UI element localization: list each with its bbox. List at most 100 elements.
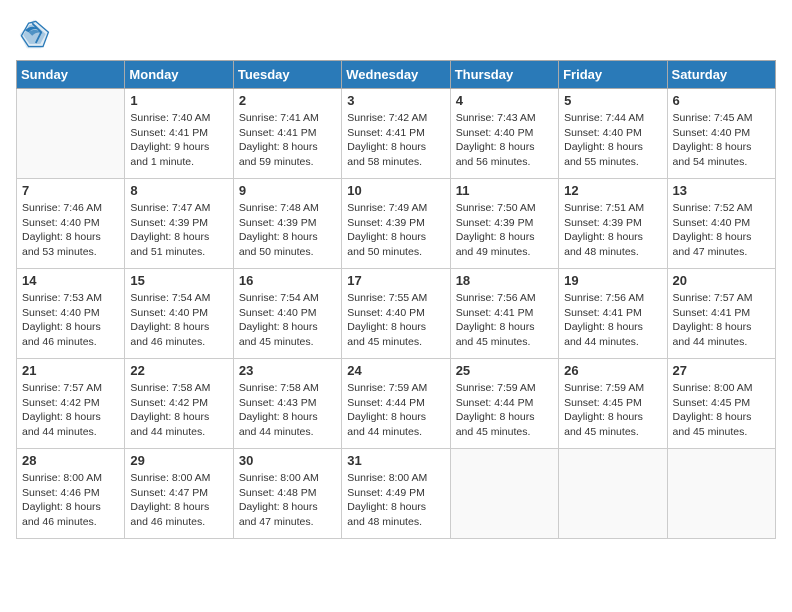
calendar-cell: 13 Sunrise: 7:52 AMSunset: 4:40 PMDayligh… bbox=[667, 179, 775, 269]
cell-info: Sunrise: 7:45 AMSunset: 4:40 PMDaylight:… bbox=[673, 111, 770, 170]
calendar-cell: 18Sunrise: 7:56 AMSunset: 4:41 PMDayligh… bbox=[450, 269, 558, 359]
cell-info: Sunrise: 7:58 AMSunset: 4:42 PMDaylight:… bbox=[130, 381, 227, 440]
calendar-cell bbox=[450, 449, 558, 539]
cell-info: Sunrise: 7:43 AMSunset: 4:40 PMDaylight:… bbox=[456, 111, 553, 170]
cell-info: Sunrise: 7:53 AMSunset: 4:40 PMDaylight:… bbox=[22, 291, 119, 350]
cell-info: Sunrise: 7:59 AMSunset: 4:45 PMDaylight:… bbox=[564, 381, 661, 440]
calendar-cell: 26 Sunrise: 7:59 AMSunset: 4:45 PMDayligh… bbox=[559, 359, 667, 449]
day-number: 25 bbox=[456, 363, 553, 378]
cell-info: Sunrise: 7:54 AMSunset: 4:40 PMDaylight:… bbox=[239, 291, 336, 350]
weekday-header-sunday: Sunday bbox=[17, 61, 125, 89]
cell-info: Sunrise: 7:57 AMSunset: 4:41 PMDaylight:… bbox=[673, 291, 770, 350]
day-number: 22 bbox=[130, 363, 227, 378]
day-number: 17 bbox=[347, 273, 444, 288]
logo-icon bbox=[16, 16, 52, 52]
calendar-cell: 6Sunrise: 7:45 AMSunset: 4:40 PMDaylight… bbox=[667, 89, 775, 179]
day-number: 15 bbox=[130, 273, 227, 288]
cell-info: Sunrise: 7:59 AMSunset: 4:44 PMDaylight:… bbox=[347, 381, 444, 440]
cell-info: Sunrise: 7:55 AMSunset: 4:40 PMDaylight:… bbox=[347, 291, 444, 350]
cell-info: Sunrise: 7:42 AMSunset: 4:41 PMDaylight:… bbox=[347, 111, 444, 170]
cell-info: Sunrise: 7:52 AMSunset: 4:40 PMDaylight:… bbox=[673, 201, 770, 260]
calendar-cell bbox=[667, 449, 775, 539]
cell-info: Sunrise: 7:57 AMSunset: 4:42 PMDaylight:… bbox=[22, 381, 119, 440]
calendar-cell: 25 Sunrise: 7:59 AMSunset: 4:44 PMDayligh… bbox=[450, 359, 558, 449]
week-row-4: 21Sunrise: 7:57 AMSunset: 4:42 PMDayligh… bbox=[17, 359, 776, 449]
calendar-cell: 12 Sunrise: 7:51 AMSunset: 4:39 PMDayligh… bbox=[559, 179, 667, 269]
day-number: 19 bbox=[564, 273, 661, 288]
calendar-cell bbox=[559, 449, 667, 539]
calendar-cell: 7 Sunrise: 7:46 AMSunset: 4:40 PMDaylight… bbox=[17, 179, 125, 269]
weekday-header-monday: Monday bbox=[125, 61, 233, 89]
calendar-cell: 8 Sunrise: 7:47 AMSunset: 4:39 PMDaylight… bbox=[125, 179, 233, 269]
calendar-cell: 14 Sunrise: 7:53 AMSunset: 4:40 PMDayligh… bbox=[17, 269, 125, 359]
week-row-5: 28 Sunrise: 8:00 AMSunset: 4:46 PMDayligh… bbox=[17, 449, 776, 539]
day-number: 8 bbox=[130, 183, 227, 198]
week-row-2: 7 Sunrise: 7:46 AMSunset: 4:40 PMDaylight… bbox=[17, 179, 776, 269]
weekday-header-thursday: Thursday bbox=[450, 61, 558, 89]
calendar: SundayMondayTuesdayWednesdayThursdayFrid… bbox=[16, 60, 776, 539]
day-number: 7 bbox=[22, 183, 119, 198]
day-number: 31 bbox=[347, 453, 444, 468]
cell-info: Sunrise: 7:46 AMSunset: 4:40 PMDaylight:… bbox=[22, 201, 119, 260]
calendar-cell: 4Sunrise: 7:43 AMSunset: 4:40 PMDaylight… bbox=[450, 89, 558, 179]
day-number: 9 bbox=[239, 183, 336, 198]
calendar-cell: 16Sunrise: 7:54 AMSunset: 4:40 PMDayligh… bbox=[233, 269, 341, 359]
cell-info: Sunrise: 7:56 AMSunset: 4:41 PMDaylight:… bbox=[456, 291, 553, 350]
cell-info: Sunrise: 7:44 AMSunset: 4:40 PMDaylight:… bbox=[564, 111, 661, 170]
cell-info: Sunrise: 7:51 AMSunset: 4:39 PMDaylight:… bbox=[564, 201, 661, 260]
weekday-header-saturday: Saturday bbox=[667, 61, 775, 89]
calendar-cell: 10Sunrise: 7:49 AMSunset: 4:39 PMDayligh… bbox=[342, 179, 450, 269]
calendar-cell: 24 Sunrise: 7:59 AMSunset: 4:44 PMDayligh… bbox=[342, 359, 450, 449]
weekday-header-wednesday: Wednesday bbox=[342, 61, 450, 89]
cell-info: Sunrise: 7:40 AMSunset: 4:41 PMDaylight:… bbox=[130, 111, 227, 170]
cell-info: Sunrise: 7:56 AMSunset: 4:41 PMDaylight:… bbox=[564, 291, 661, 350]
day-number: 13 bbox=[673, 183, 770, 198]
week-row-1: 1 Sunrise: 7:40 AMSunset: 4:41 PMDaylight… bbox=[17, 89, 776, 179]
calendar-cell: 2 Sunrise: 7:41 AMSunset: 4:41 PMDaylight… bbox=[233, 89, 341, 179]
calendar-cell: 15 Sunrise: 7:54 AMSunset: 4:40 PMDayligh… bbox=[125, 269, 233, 359]
cell-info: Sunrise: 8:00 AMSunset: 4:49 PMDaylight:… bbox=[347, 471, 444, 530]
day-number: 1 bbox=[130, 93, 227, 108]
calendar-cell: 11 Sunrise: 7:50 AMSunset: 4:39 PMDayligh… bbox=[450, 179, 558, 269]
cell-info: Sunrise: 8:00 AMSunset: 4:46 PMDaylight:… bbox=[22, 471, 119, 530]
calendar-cell: 1 Sunrise: 7:40 AMSunset: 4:41 PMDaylight… bbox=[125, 89, 233, 179]
day-number: 3 bbox=[347, 93, 444, 108]
day-number: 14 bbox=[22, 273, 119, 288]
cell-info: Sunrise: 8:00 AMSunset: 4:45 PMDaylight:… bbox=[673, 381, 770, 440]
cell-info: Sunrise: 7:47 AMSunset: 4:39 PMDaylight:… bbox=[130, 201, 227, 260]
day-number: 29 bbox=[130, 453, 227, 468]
day-number: 5 bbox=[564, 93, 661, 108]
calendar-cell: 19 Sunrise: 7:56 AMSunset: 4:41 PMDayligh… bbox=[559, 269, 667, 359]
day-number: 24 bbox=[347, 363, 444, 378]
weekday-header-row: SundayMondayTuesdayWednesdayThursdayFrid… bbox=[17, 61, 776, 89]
cell-info: Sunrise: 7:49 AMSunset: 4:39 PMDaylight:… bbox=[347, 201, 444, 260]
cell-info: Sunrise: 7:54 AMSunset: 4:40 PMDaylight:… bbox=[130, 291, 227, 350]
calendar-cell: 3 Sunrise: 7:42 AMSunset: 4:41 PMDaylight… bbox=[342, 89, 450, 179]
day-number: 12 bbox=[564, 183, 661, 198]
weekday-header-tuesday: Tuesday bbox=[233, 61, 341, 89]
day-number: 26 bbox=[564, 363, 661, 378]
calendar-cell: 27 Sunrise: 8:00 AMSunset: 4:45 PMDayligh… bbox=[667, 359, 775, 449]
day-number: 30 bbox=[239, 453, 336, 468]
day-number: 11 bbox=[456, 183, 553, 198]
calendar-cell: 20Sunrise: 7:57 AMSunset: 4:41 PMDayligh… bbox=[667, 269, 775, 359]
cell-info: Sunrise: 8:00 AMSunset: 4:47 PMDaylight:… bbox=[130, 471, 227, 530]
day-number: 23 bbox=[239, 363, 336, 378]
page-header bbox=[16, 16, 776, 52]
cell-info: Sunrise: 7:41 AMSunset: 4:41 PMDaylight:… bbox=[239, 111, 336, 170]
calendar-cell: 21Sunrise: 7:57 AMSunset: 4:42 PMDayligh… bbox=[17, 359, 125, 449]
cell-info: Sunrise: 8:00 AMSunset: 4:48 PMDaylight:… bbox=[239, 471, 336, 530]
calendar-cell: 5 Sunrise: 7:44 AMSunset: 4:40 PMDaylight… bbox=[559, 89, 667, 179]
cell-info: Sunrise: 7:58 AMSunset: 4:43 PMDaylight:… bbox=[239, 381, 336, 440]
day-number: 27 bbox=[673, 363, 770, 378]
cell-info: Sunrise: 7:50 AMSunset: 4:39 PMDaylight:… bbox=[456, 201, 553, 260]
cell-info: Sunrise: 7:59 AMSunset: 4:44 PMDaylight:… bbox=[456, 381, 553, 440]
calendar-cell: 28 Sunrise: 8:00 AMSunset: 4:46 PMDayligh… bbox=[17, 449, 125, 539]
day-number: 28 bbox=[22, 453, 119, 468]
day-number: 2 bbox=[239, 93, 336, 108]
calendar-cell: 22 Sunrise: 7:58 AMSunset: 4:42 PMDayligh… bbox=[125, 359, 233, 449]
weekday-header-friday: Friday bbox=[559, 61, 667, 89]
calendar-cell: 9Sunrise: 7:48 AMSunset: 4:39 PMDaylight… bbox=[233, 179, 341, 269]
calendar-cell: 29 Sunrise: 8:00 AMSunset: 4:47 PMDayligh… bbox=[125, 449, 233, 539]
calendar-cell: 17 Sunrise: 7:55 AMSunset: 4:40 PMDayligh… bbox=[342, 269, 450, 359]
